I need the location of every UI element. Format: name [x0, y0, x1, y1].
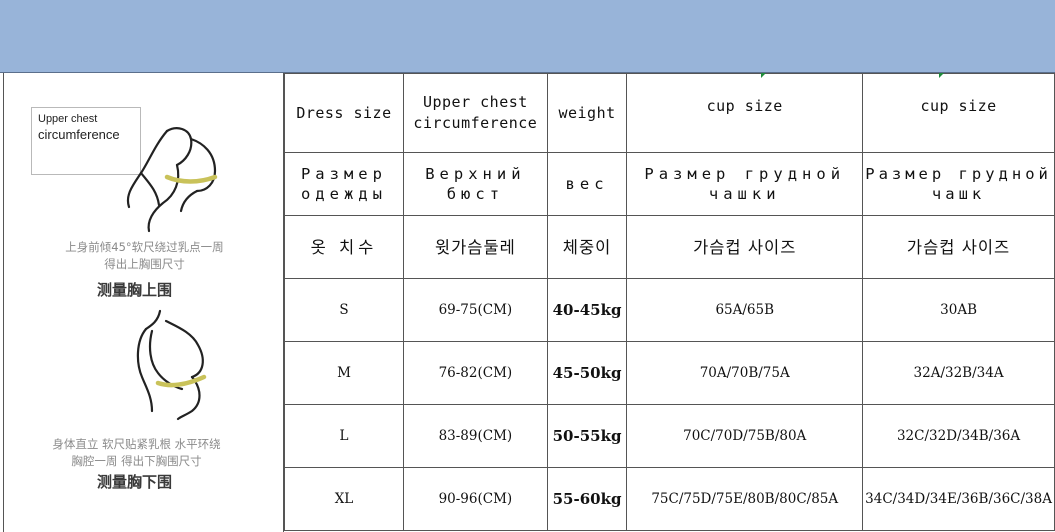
header-ko-upper-chest: 윗가슴둘레	[402, 215, 548, 279]
header-row-korean: 옷 치수 윗가슴둘레 체중이 가슴컵 사이즈 가슴컵 사이즈	[284, 215, 1055, 279]
header-ru-dress-size: Размер одежды	[284, 152, 404, 216]
header-ru-cup-size: Размер грудной чашки	[626, 152, 864, 216]
cup-size-alt-cell: 30AB	[862, 278, 1055, 342]
table-row: XL 90-96(CM) 55-60kg 75C/75D/75E/80B/80C…	[284, 467, 1055, 531]
size-cell: M	[284, 341, 404, 405]
cell-comment-marker	[939, 73, 944, 78]
header-upper-chest: Upper chest circumference	[402, 73, 548, 153]
weight-cell: 40-45kg	[546, 278, 628, 342]
cell-comment-marker	[761, 73, 766, 78]
cup-size-alt-cell: 34C/34D/34E/36B/36C/38A	[862, 467, 1055, 531]
lower-caption-line-1: 身体直立 软尺贴紧乳根 水平环绕	[52, 437, 221, 451]
upper-chest-cell: 69-75(CM)	[402, 278, 548, 342]
weight-cell: 50-55kg	[546, 404, 628, 468]
header-row-russian: Размер одежды Верхний бюст вес Размер гр…	[284, 152, 1055, 216]
measurement-guide-panel: Upper chest circumference 上身前倾45°软尺绕过乳点一…	[3, 73, 284, 532]
upper-chest-cell: 76-82(CM)	[402, 341, 548, 405]
header-ko-weight: 체중이	[546, 215, 628, 279]
header-cup-size: cup size	[626, 73, 864, 153]
cup-size-cell: 70C/70D/75B/80A	[626, 404, 864, 468]
header-row-english: Dress size Upper chest circumference wei…	[284, 73, 1055, 153]
cup-size-cell: 65A/65B	[626, 278, 864, 342]
cup-size-alt-cell: 32C/32D/34B/36A	[862, 404, 1055, 468]
header-ko-cup-size: 가슴컵 사이즈	[626, 215, 864, 279]
upper-caption-line-2: 得出上胸围尺寸	[104, 257, 185, 271]
upper-caption-line-1: 上身前倾45°软尺绕过乳点一周	[65, 240, 224, 254]
header-ko-dress-size: 옷 치수	[284, 215, 404, 279]
weight-cell: 55-60kg	[546, 467, 628, 531]
header-band	[0, 0, 1055, 73]
size-cell: L	[284, 404, 404, 468]
cup-size-cell: 75C/75D/75E/80B/80C/85A	[626, 467, 864, 531]
header-ru-upper-chest: Верхний бюст	[402, 152, 548, 216]
table-row: M 76-82(CM) 45-50kg 70A/70B/75A 32A/32B/…	[284, 341, 1055, 405]
table-row: S 69-75(CM) 40-45kg 65A/65B 30AB	[284, 278, 1055, 342]
header-cup-size-2: cup size	[862, 73, 1055, 153]
upper-chest-figure-illustration	[126, 127, 218, 233]
lower-caption-line-2: 胸腔一周 得出下胸围尺寸	[71, 454, 202, 468]
header-ru-cup-size-2: Размер грудной чашк	[862, 152, 1055, 216]
upper-chest-cell: 90-96(CM)	[402, 467, 548, 531]
upper-caption-title: 测量胸上围	[96, 281, 172, 299]
header-ko-cup-size-2: 가슴컵 사이즈	[862, 215, 1055, 279]
header-dress-size: Dress size	[284, 73, 404, 153]
size-chart-table: Dress size Upper chest circumference wei…	[284, 73, 1055, 531]
table-row: L 83-89(CM) 50-55kg 70C/70D/75B/80A 32C/…	[284, 404, 1055, 468]
size-cell: S	[284, 278, 404, 342]
cup-size-alt-cell: 32A/32B/34A	[862, 341, 1055, 405]
lower-caption-title: 测量胸下围	[96, 473, 172, 491]
cup-size-cell: 70A/70B/75A	[626, 341, 864, 405]
header-weight: weight	[546, 73, 628, 153]
header-ru-weight: вес	[546, 152, 628, 216]
upper-chest-cell: 83-89(CM)	[402, 404, 548, 468]
size-cell: XL	[284, 467, 404, 531]
weight-cell: 45-50kg	[546, 341, 628, 405]
lower-chest-figure-illustration	[136, 309, 207, 421]
